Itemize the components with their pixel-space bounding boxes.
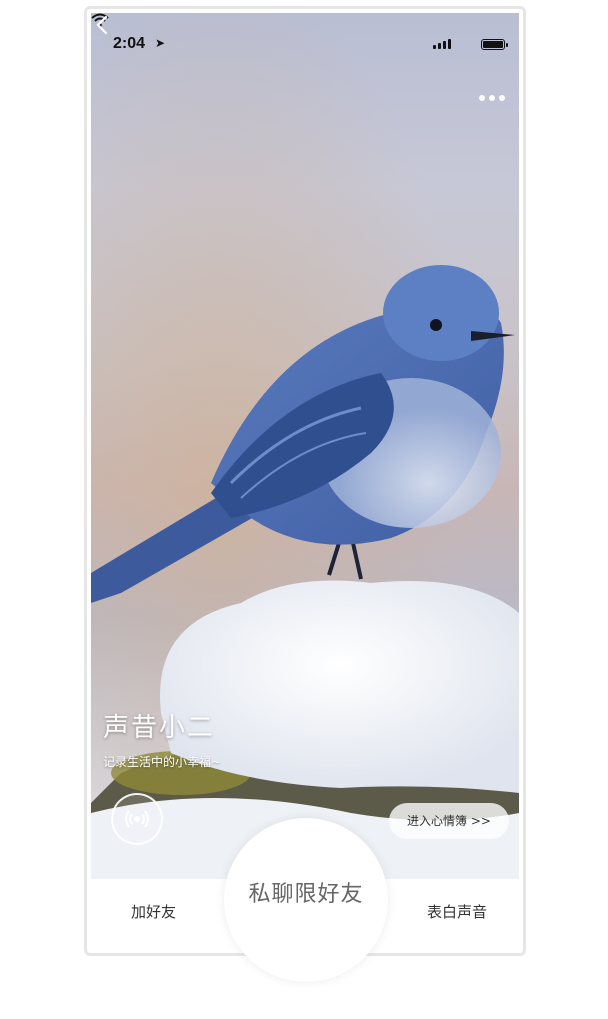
confess-voice-button[interactable]: 表白声音 [427,901,487,922]
add-friend-button[interactable]: 加好友 [131,901,176,922]
bird-illustration [91,13,519,879]
more-icon[interactable] [479,95,505,101]
private-chat-button[interactable]: 私聊限好友 [224,818,388,982]
status-bar: 2:04 ➤ [91,13,519,59]
battery-icon [481,39,508,50]
profile-tagline: 记录生活中的小幸福~ [103,755,222,769]
signal-icon [433,39,451,49]
status-time: 2:04 [113,35,146,52]
back-icon[interactable] [91,13,115,37]
broadcast-button[interactable] [111,793,163,845]
enter-mood-button[interactable]: 进入心情簿 >> [389,803,509,839]
broadcast-icon [125,810,149,828]
profile-name: 声昔小二 [103,713,216,743]
background-photo: 2:04 ➤ 声昔小二 记录生活中的小幸福~ 进入心情簿 >> [91,13,519,879]
location-arrow-icon: ➤ [155,36,166,50]
phone-frame: 2:04 ➤ 声昔小二 记录生活中的小幸福~ 进入心情簿 >> 加好友 表白声音 [84,6,526,956]
private-chat-label: 私聊限好友 [248,882,364,907]
